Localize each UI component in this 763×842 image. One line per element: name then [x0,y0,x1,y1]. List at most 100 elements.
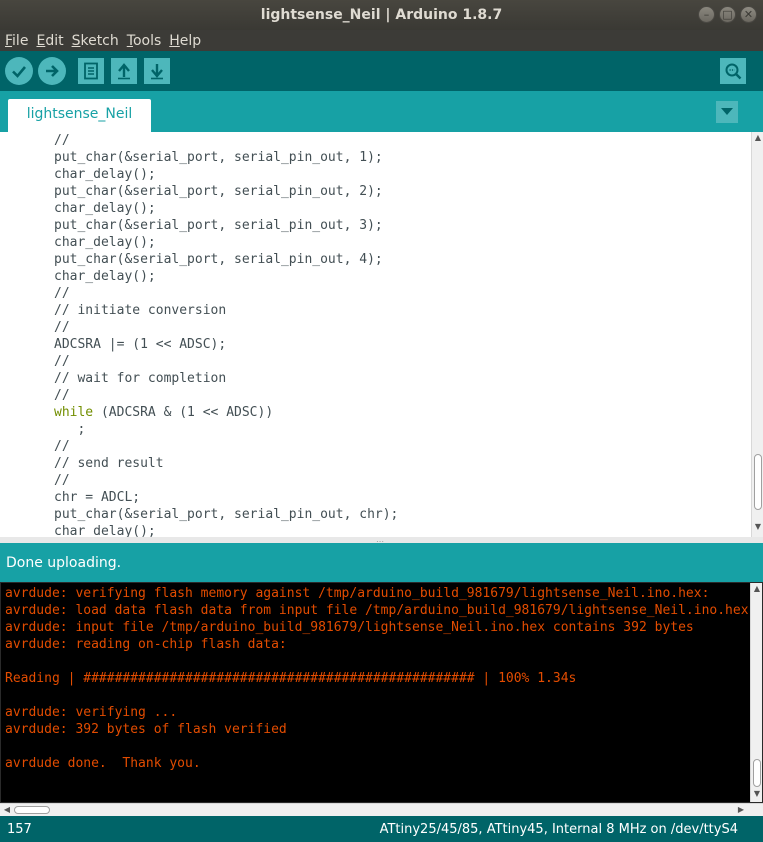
code-line[interactable]: while (ADCSRA & (1 << ADSC)) [54,404,744,421]
code-line-text: chr = ADCL; [54,490,141,505]
code-editor[interactable]: // put_char(&serial_port, serial_pin_out,… [0,132,763,537]
code-line[interactable]: char_delay(); [54,268,744,285]
code-line[interactable]: // [54,387,744,404]
code-line[interactable]: put_char(&serial_port, serial_pin_out, 3… [54,217,744,234]
code-line-text: char_delay(); [54,524,156,537]
code-line[interactable]: put_char(&serial_port, serial_pin_out, c… [54,506,744,523]
close-button[interactable]: ✕ [740,6,757,23]
arrow-right-icon [46,65,59,77]
menu-help[interactable]: Help [169,33,201,49]
code-line-text: put_char(&serial_port, serial_pin_out, 1… [54,150,383,165]
code-line-text: // [54,354,70,369]
menu-help-mnemonic: H [169,32,180,49]
code-line[interactable]: // initiate conversion [54,302,744,319]
scroll-down-icon[interactable]: ▼ [753,522,763,531]
code-keyword: while [54,405,94,420]
triangle-down-icon [721,108,733,115]
menu-edit-mnemonic: E [36,32,46,49]
serial-monitor-button[interactable] [720,58,746,84]
code-line-text: char_delay(); [54,269,156,284]
console-vertical-scrollbar[interactable]: ▲ ▼ [750,583,762,802]
new-file-icon [84,62,98,80]
console-scroll-up-icon[interactable]: ▲ [752,584,762,593]
code-line-text: // [54,473,70,488]
tab-lightsense-neil[interactable]: lightsense_Neil [8,99,151,132]
code-line-text: put_char(&serial_port, serial_pin_out, 4… [54,252,383,267]
console-line: avrdude: 392 bytes of flash verified [5,722,287,737]
console-line: avrdude: reading on-chip flash data: [5,637,287,652]
code-line-text: // [54,320,70,335]
code-text[interactable]: // put_char(&serial_port, serial_pin_out,… [54,132,744,537]
arrow-down-icon [151,64,163,80]
code-line[interactable]: put_char(&serial_port, serial_pin_out, 1… [54,149,744,166]
code-line[interactable]: // [54,472,744,489]
code-line-text: ADCSRA |= (1 << ADSC); [54,337,227,352]
code-line-text: ; [54,422,86,437]
console-scroll-thumb[interactable] [753,759,761,787]
console-line: avrdude done. Thank you. [5,756,201,771]
code-line-text: // [54,439,70,454]
code-line-text: // wait for completion [54,371,227,386]
code-line[interactable]: // [54,132,744,149]
code-line[interactable]: char_delay(); [54,200,744,217]
code-line-text: (ADCSRA & (1 << ADSC)) [93,405,274,420]
scroll-up-icon[interactable]: ▲ [753,133,763,142]
code-line-text: char_delay(); [54,201,156,216]
code-line[interactable]: chr = ADCL; [54,489,744,506]
code-line[interactable]: // [54,319,744,336]
scroll-left-icon[interactable]: ◀ [2,805,12,814]
tab-label: lightsense_Neil [26,106,133,122]
code-line[interactable]: // [54,285,744,302]
code-line-text: // send result [54,456,164,471]
maximize-button[interactable]: □ [719,6,736,23]
window-title: lightsense_Neil | Arduino 1.8.7 [260,7,503,23]
code-line[interactable]: put_char(&serial_port, serial_pin_out, 4… [54,251,744,268]
menu-sketch[interactable]: Sketch [72,33,119,49]
code-line[interactable]: put_char(&serial_port, serial_pin_out, 2… [54,183,744,200]
menu-tools[interactable]: Tools [127,33,162,49]
new-sketch-button[interactable] [78,58,104,84]
code-line[interactable]: ; [54,421,744,438]
console-horizontal-scrollbar[interactable]: ◀ ▶ [0,803,763,816]
code-line[interactable]: // [54,353,744,370]
console-output[interactable]: avrdude: verifying flash memory against … [0,582,763,803]
menu-tools-label: ools [132,32,162,49]
code-line-text: // [54,133,70,148]
scroll-right-icon[interactable]: ▶ [736,805,746,814]
window-titlebar: lightsense_Neil | Arduino 1.8.7 – □ ✕ [0,0,763,30]
code-line[interactable]: // wait for completion [54,370,744,387]
console-scroll-down-icon[interactable]: ▼ [752,789,762,798]
code-line[interactable]: // send result [54,455,744,472]
console-line: Reading | ##############################… [5,671,577,686]
open-sketch-button[interactable] [111,58,137,84]
console-line: avrdude: verifying ... [5,705,178,720]
console-text: avrdude: verifying flash memory against … [5,585,749,789]
code-line[interactable]: char_delay(); [54,523,744,537]
code-line-text: char_delay(); [54,235,156,250]
minimize-button[interactable]: – [698,6,715,23]
console-hscroll-thumb[interactable] [14,806,50,814]
menu-file[interactable]: File [5,33,28,49]
menu-help-label: elp [179,32,202,49]
menu-edit[interactable]: Edit [36,33,63,49]
code-line-text: put_char(&serial_port, serial_pin_out, c… [54,507,399,522]
code-line[interactable]: ADCSRA |= (1 << ADSC); [54,336,744,353]
upload-button[interactable] [38,57,66,85]
code-line-text: // [54,286,70,301]
console-line: avrdude: verifying flash memory against … [5,586,710,601]
menu-bar: File Edit Sketch Tools Help [0,30,763,51]
verify-button[interactable] [5,57,33,85]
code-line[interactable]: char_delay(); [54,166,744,183]
editor-vertical-scrollbar[interactable]: ▲ ▼ [751,132,763,537]
editor-scroll-thumb[interactable] [754,454,762,510]
toolbar [0,51,763,91]
save-sketch-button[interactable] [144,58,170,84]
tab-menu-button[interactable] [716,101,738,123]
code-line[interactable]: // [54,438,744,455]
code-line[interactable]: char_delay(); [54,234,744,251]
code-line-text: put_char(&serial_port, serial_pin_out, 2… [54,184,383,199]
